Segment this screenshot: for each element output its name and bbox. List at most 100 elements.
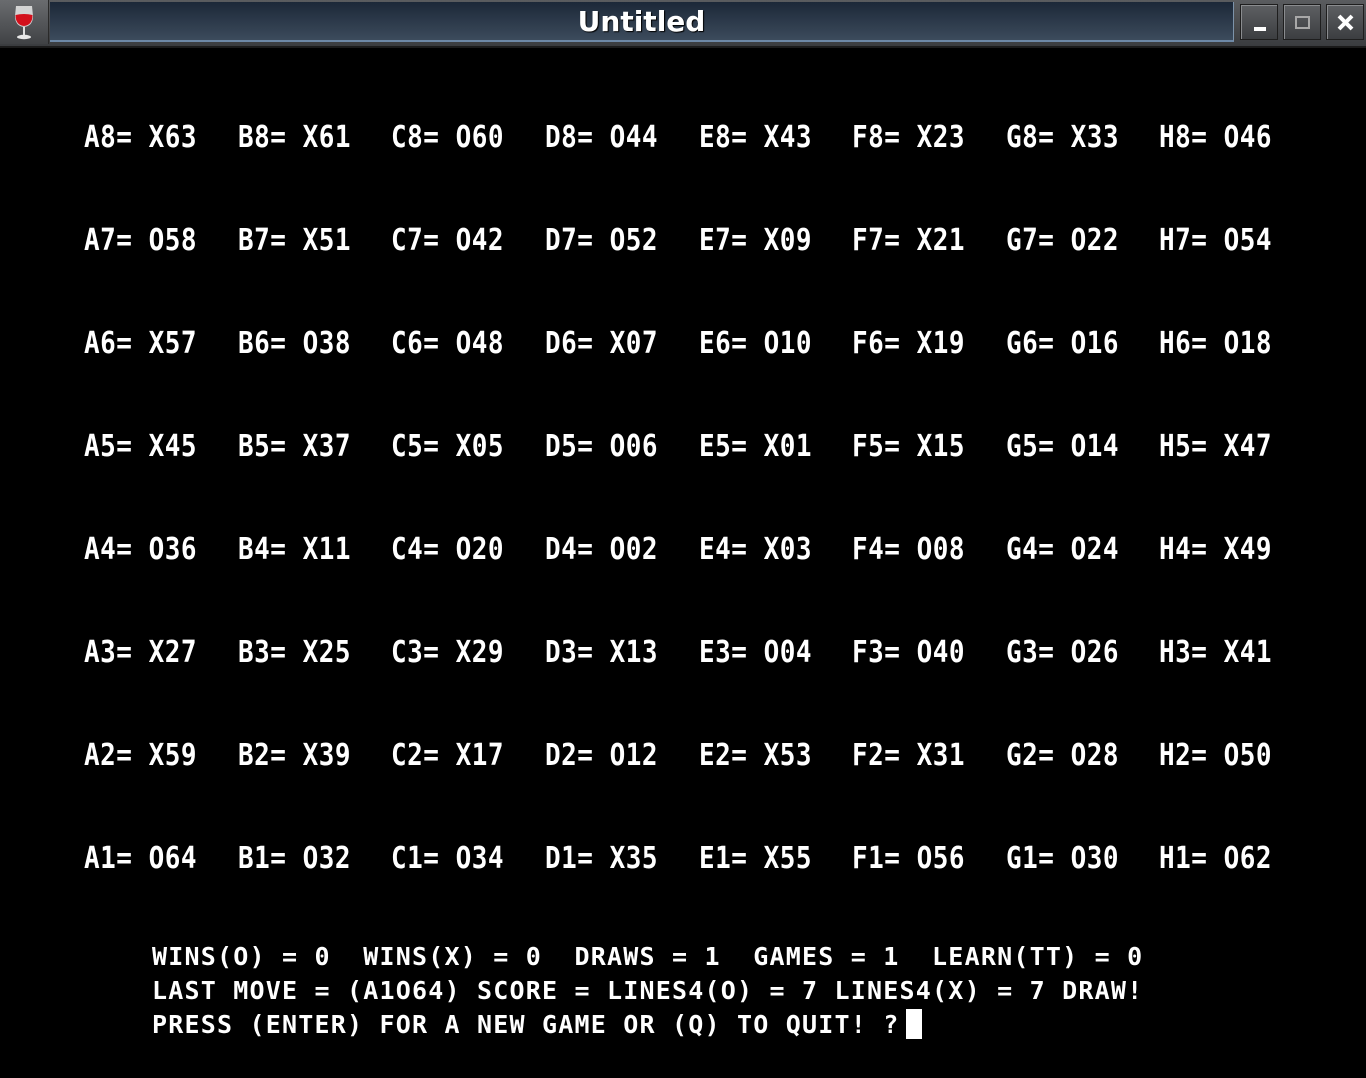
cell-value: O04 [763, 635, 813, 670]
cell-label: B2= [238, 738, 287, 773]
minimize-button[interactable] [1240, 4, 1278, 40]
board-cell-h2: H2= O50 [1159, 736, 1272, 775]
cell-label: B5= [238, 429, 287, 464]
cell-value: X31 [916, 738, 966, 773]
title-bar[interactable]: Untitled [0, 0, 1366, 48]
board-cell-f2: F2= X31 [852, 736, 965, 775]
cell-label: E7= [699, 223, 748, 258]
cell-label: F3= [852, 635, 901, 670]
cell-value: O08 [916, 532, 966, 567]
cell-label: G5= [1006, 429, 1055, 464]
cell-value: X37 [302, 429, 352, 464]
board-cell-g8: G8= X33 [1006, 118, 1119, 157]
board-cell-a3: A3= X27 [84, 633, 197, 672]
board-cell-f8: F8= X23 [852, 118, 965, 157]
board-cell-f1: F1= O56 [852, 839, 965, 878]
board-row-rank-2: A2= X59 B2= X39 C2= X17 D2= O12 E2= X53 F2= X… [84, 736, 1304, 773]
cell-label: D1= [545, 841, 594, 876]
cell-label: A6= [84, 326, 133, 361]
board-cell-b5: B5= X37 [238, 427, 351, 466]
cell-value: X17 [455, 738, 505, 773]
cell-value: O10 [763, 326, 813, 361]
cell-value: O16 [1070, 326, 1120, 361]
cell-value: O06 [609, 429, 659, 464]
cell-value: X51 [302, 223, 352, 258]
board-cell-c2: C2= X17 [391, 736, 504, 775]
board-cell-e7: E7= X09 [699, 221, 812, 260]
cell-value: X07 [609, 326, 659, 361]
board-cell-g2: G2= O28 [1006, 736, 1119, 775]
cell-value: O02 [609, 532, 659, 567]
board-cell-h1: H1= O62 [1159, 839, 1272, 878]
cell-label: E5= [699, 429, 748, 464]
close-button[interactable] [1326, 4, 1364, 40]
cell-value: O60 [455, 120, 505, 155]
cell-label: A4= [84, 532, 133, 567]
cell-value: O42 [455, 223, 505, 258]
prompt-line[interactable]: PRESS (ENTER) FOR A NEW GAME OR (Q) TO Q… [152, 1008, 922, 1042]
text-cursor[interactable] [905, 1009, 922, 1039]
board-cell-d7: D7= O52 [545, 221, 658, 260]
cell-value: X27 [148, 635, 198, 670]
cell-label: F4= [852, 532, 901, 567]
cell-value: O48 [455, 326, 505, 361]
close-icon [1337, 14, 1354, 31]
board-cell-h7: H7= O54 [1159, 221, 1272, 260]
cell-value: O56 [916, 841, 966, 876]
cell-label: D6= [545, 326, 594, 361]
cell-label: F8= [852, 120, 901, 155]
cell-label: E8= [699, 120, 748, 155]
board-cell-e3: E3= O04 [699, 633, 812, 672]
board-cell-g7: G7= O22 [1006, 221, 1119, 260]
cell-value: O38 [302, 326, 352, 361]
cell-label: E6= [699, 326, 748, 361]
wine-glass-icon[interactable] [0, 0, 49, 44]
cell-value: O28 [1070, 738, 1120, 773]
cell-value: X43 [763, 120, 813, 155]
cell-label: G2= [1006, 738, 1055, 773]
cell-label: E3= [699, 635, 748, 670]
cell-label: G7= [1006, 223, 1055, 258]
terminal-window: Untitled A8= X63 B8= X61 C8= O60 D8= O44 E8=… [0, 0, 1366, 1078]
board-cell-h5: H5= X47 [1159, 427, 1272, 466]
board-cell-g4: G4= O24 [1006, 530, 1119, 569]
cell-label: G1= [1006, 841, 1055, 876]
cell-label: H6= [1159, 326, 1208, 361]
cell-value: O46 [1223, 120, 1273, 155]
cell-label: G8= [1006, 120, 1055, 155]
board-cell-h3: H3= X41 [1159, 633, 1272, 672]
cell-value: O52 [609, 223, 659, 258]
cell-value: X29 [455, 635, 505, 670]
board-cell-b8: B8= X61 [238, 118, 351, 157]
cell-value: X03 [763, 532, 813, 567]
board-cell-d3: D3= X13 [545, 633, 658, 672]
board-cell-d1: D1= X35 [545, 839, 658, 878]
terminal-screen[interactable]: A8= X63 B8= X61 C8= O60 D8= O44 E8= X43 F8= X… [0, 48, 1366, 1078]
cell-value: O12 [609, 738, 659, 773]
cell-label: D3= [545, 635, 594, 670]
cell-value: O50 [1223, 738, 1273, 773]
board-cell-h4: H4= X49 [1159, 530, 1272, 569]
cell-value: X63 [148, 120, 198, 155]
board-cell-a6: A6= X57 [84, 324, 197, 363]
cell-value: X45 [148, 429, 198, 464]
cell-label: C2= [391, 738, 440, 773]
board-cell-b6: B6= O38 [238, 324, 351, 363]
board-cell-f5: F5= X15 [852, 427, 965, 466]
cell-label: E1= [699, 841, 748, 876]
cell-label: H3= [1159, 635, 1208, 670]
stats-line: WINS(O) = 0 WINS(X) = 0 DRAWS = 1 GAMES … [152, 942, 1144, 971]
minimize-icon [1254, 27, 1266, 31]
cell-value: O36 [148, 532, 198, 567]
cell-value: X49 [1223, 532, 1273, 567]
cell-value: O22 [1070, 223, 1120, 258]
cell-value: O26 [1070, 635, 1120, 670]
maximize-button[interactable] [1283, 4, 1321, 40]
cell-label: A5= [84, 429, 133, 464]
board-row-rank-3: A3= X27 B3= X25 C3= X29 D3= X13 E3= O04 F3= O… [84, 633, 1304, 670]
cell-value: X23 [916, 120, 966, 155]
board-cell-b1: B1= O32 [238, 839, 351, 878]
cell-label: D4= [545, 532, 594, 567]
cell-label: H1= [1159, 841, 1208, 876]
board-cell-d6: D6= X07 [545, 324, 658, 363]
